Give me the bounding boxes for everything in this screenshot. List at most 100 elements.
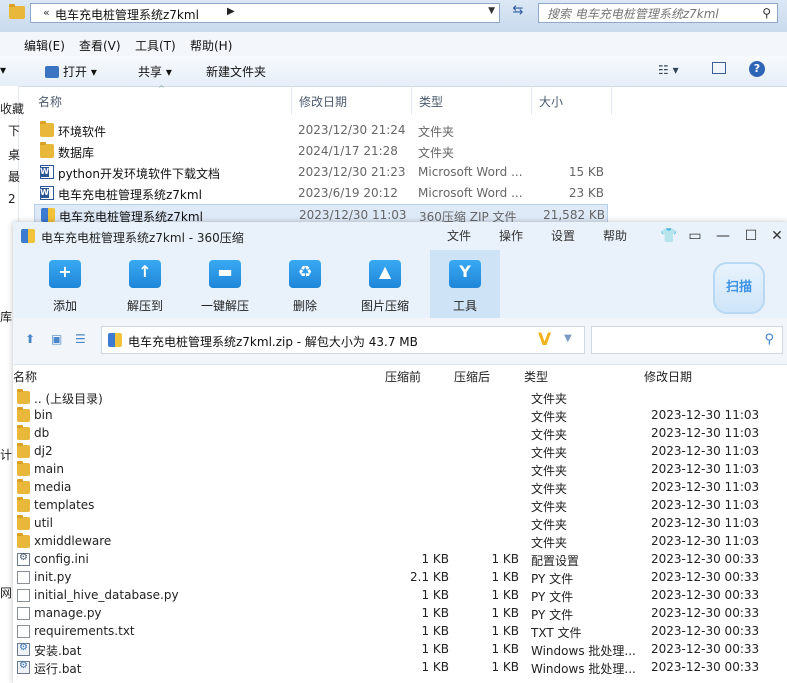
path-dropdown-icon[interactable]: ▼ — [564, 333, 572, 344]
refresh-icon[interactable]: ⇆ — [507, 3, 529, 23]
menu-edit[interactable]: 编辑(E) — [24, 37, 65, 54]
zip-file-row[interactable]: config.ini 1 KB 1 KB 配置设置 2023-12-30 00:33 — [13, 551, 787, 569]
search-icon[interactable]: ⚲ — [762, 6, 771, 20]
nav-fragment-computer[interactable]: 计 — [0, 446, 12, 463]
zip-file-row[interactable]: bin 文件夹 2023-12-30 11:03 — [13, 407, 787, 425]
zip-file-row[interactable]: xmiddleware 文件夹 2023-12-30 11:03 — [13, 533, 787, 551]
organize-chevron-icon[interactable]: ▾ — [0, 63, 6, 77]
nav-fragment-downloads[interactable]: 下 — [8, 122, 20, 139]
nav-fragment-library[interactable]: 库 — [0, 308, 12, 325]
zip-titlebar[interactable]: 电车充电桩管理系统z7kml - 360压缩 文件 操作 设置 帮助 👕 ▭ —… — [13, 222, 787, 250]
zip-col-type[interactable]: 类型 — [524, 368, 548, 385]
zip-file-row[interactable]: 安装.bat 1 KB 1 KB Windows 批处理... 2023-12-30 0… — [13, 641, 787, 659]
zip-file-row[interactable]: .. (上级目录) 文件夹 — [13, 389, 787, 407]
minimize-icon[interactable]: — — [713, 226, 733, 246]
zip-path-field[interactable]: 电车充电桩管理系统z7kml.zip - 解包大小为 43.7 MB V ▼ — [101, 326, 585, 354]
zip-menu-settings[interactable]: 设置 — [551, 227, 575, 244]
zip-menu-help[interactable]: 帮助 — [603, 227, 627, 244]
file-row[interactable]: python开发环境软件下载文档 2023/12/30 21:23 Micros… — [34, 162, 608, 183]
nav-fragment-favorites[interactable]: 收藏 — [0, 100, 24, 117]
breadcrumb[interactable]: 电车充电桩管理系统z7kml — [55, 6, 199, 23]
extract-to-button[interactable]: ↑ 解压到 — [110, 250, 180, 318]
column-header-date[interactable]: 修改日期 — [292, 86, 412, 114]
zip-file-row[interactable]: manage.py 1 KB 1 KB PY 文件 2023-12-30 00:33 — [13, 605, 787, 623]
delete-button[interactable]: ♻ 删除 — [270, 250, 340, 318]
bat-icon — [17, 660, 30, 674]
breadcrumb-chevron-icon[interactable]: ▶ — [227, 6, 235, 17]
view-options-icon[interactable]: ☷ ▾ — [658, 63, 679, 77]
explorer-search-field[interactable]: ⚲ — [538, 3, 778, 23]
menu-view[interactable]: 查看(V) — [79, 37, 121, 54]
close-icon[interactable]: ✕ — [767, 226, 787, 246]
maximize-icon[interactable]: ☐ — [741, 226, 761, 246]
column-header-name-label: 名称 — [38, 95, 63, 109]
zip-search-input[interactable] — [598, 330, 762, 352]
file-icon — [17, 625, 30, 638]
zip-file-type: 文件夹 — [531, 482, 568, 496]
zip-col-date[interactable]: 修改日期 — [644, 368, 692, 385]
share-button[interactable]: 共享 ▾ — [138, 63, 172, 80]
tools-button[interactable]: Y 工具 — [430, 250, 500, 318]
zip-menu-operate[interactable]: 操作 — [499, 227, 523, 244]
scan-button[interactable]: 扫描 — [713, 262, 765, 314]
column-header-name[interactable]: 名称 ^ — [34, 84, 292, 114]
file-date: 2023/12/30 11:03 — [299, 208, 407, 222]
feedback-icon[interactable]: ▭ — [685, 226, 705, 246]
zip-file-row[interactable]: templates 文件夹 2023-12-30 11:03 — [13, 497, 787, 515]
file-name: 电车充电桩管理系统z7kml — [58, 188, 202, 202]
preview-pane-icon[interactable] — [712, 62, 726, 74]
zip-file-row[interactable]: util 文件夹 2023-12-30 11:03 — [13, 515, 787, 533]
up-arrow-icon[interactable]: ⬆ — [25, 332, 35, 346]
nav-fragment-desktop[interactable]: 桌 — [8, 146, 20, 163]
column-header-size[interactable]: 大小 — [532, 86, 612, 114]
zip-file-row[interactable]: db 文件夹 2023-12-30 11:03 — [13, 425, 787, 443]
verified-icon[interactable]: V — [538, 330, 551, 350]
explorer-search-input[interactable] — [545, 5, 759, 23]
zip-file-date: 2023-12-30 00:33 — [651, 624, 760, 638]
search-icon[interactable]: ⚲ — [764, 332, 774, 347]
address-dropdown-icon[interactable]: ▼ — [488, 6, 495, 16]
zip-file-row[interactable]: dj2 文件夹 2023-12-30 11:03 — [13, 443, 787, 461]
zip-file-row[interactable]: main 文件夹 2023-12-30 11:03 — [13, 461, 787, 479]
zip-file-row[interactable]: initial_hive_database.py 1 KB 1 KB PY 文件 202… — [13, 587, 787, 605]
column-header-type[interactable]: 类型 — [412, 86, 532, 114]
menu-tools[interactable]: 工具(T) — [135, 37, 176, 54]
nav-fragment-recent[interactable]: 最 — [8, 168, 20, 185]
one-click-extract-button[interactable]: ▬ 一键解压 — [190, 250, 260, 318]
file-row[interactable]: 环境软件 2023/12/30 21:24 文件夹 — [34, 120, 608, 141]
file-row[interactable]: 数据库 2024/1/17 21:28 文件夹 — [34, 141, 608, 162]
zip-menu-file[interactable]: 文件 — [447, 227, 471, 244]
open-button[interactable]: 打开 ▾ — [45, 63, 97, 80]
nav-fragment-item[interactable]: 2 — [8, 192, 16, 206]
zip-col-name[interactable]: 名称 — [13, 368, 37, 385]
image-compress-button[interactable]: ▲ 图片压缩 — [350, 250, 420, 318]
list-view-icon[interactable]: ☰ — [75, 332, 86, 346]
folder-icon — [17, 389, 30, 404]
zip-file-row[interactable]: init.py 2.1 KB 1 KB PY 文件 2023-12-30 00:33 — [13, 569, 787, 587]
thumbnail-view-icon[interactable]: ▣ — [51, 332, 62, 346]
address-input[interactable]: « 电车充电桩管理系统z7kml ▶ ▼ — [30, 3, 500, 23]
breadcrumb-arrow-icon[interactable]: « — [43, 6, 50, 19]
zip-app-icon — [21, 229, 35, 243]
zip-col-before[interactable]: 压缩前 — [385, 368, 421, 385]
column-header-size-label: 大小 — [539, 95, 564, 109]
zip-file-row[interactable]: 运行.bat 1 KB 1 KB Windows 批处理... 2023-12-30 0… — [13, 659, 787, 677]
file-row[interactable]: 电车充电桩管理系统z7kml 2023/6/19 20:12 Microsoft… — [34, 183, 608, 204]
zip-file-size-before: 1 KB — [421, 642, 449, 656]
zip-file-size-before: 1 KB — [421, 588, 449, 602]
zip-col-after[interactable]: 压缩后 — [454, 368, 490, 385]
zip-file-size-after: 1 KB — [491, 552, 519, 566]
tools-label: 工具 — [452, 299, 477, 313]
add-button[interactable]: + 添加 — [30, 250, 100, 318]
skin-icon[interactable]: 👕 — [659, 226, 679, 246]
folder-icon — [17, 461, 30, 476]
zip-file-row[interactable]: media 文件夹 2023-12-30 11:03 — [13, 479, 787, 497]
new-folder-button[interactable]: 新建文件夹 — [206, 63, 266, 80]
nav-fragment-network[interactable]: 网 — [0, 584, 12, 601]
help-icon[interactable]: ? — [749, 61, 765, 77]
zip-search-field[interactable]: ⚲ — [591, 326, 783, 354]
zip-file-size-before: 1 KB — [421, 660, 449, 674]
menu-help[interactable]: 帮助(H) — [190, 37, 232, 54]
zip-file-row[interactable]: requirements.txt 1 KB 1 KB TXT 文件 2023-12-30… — [13, 623, 787, 641]
word-icon — [40, 186, 54, 200]
